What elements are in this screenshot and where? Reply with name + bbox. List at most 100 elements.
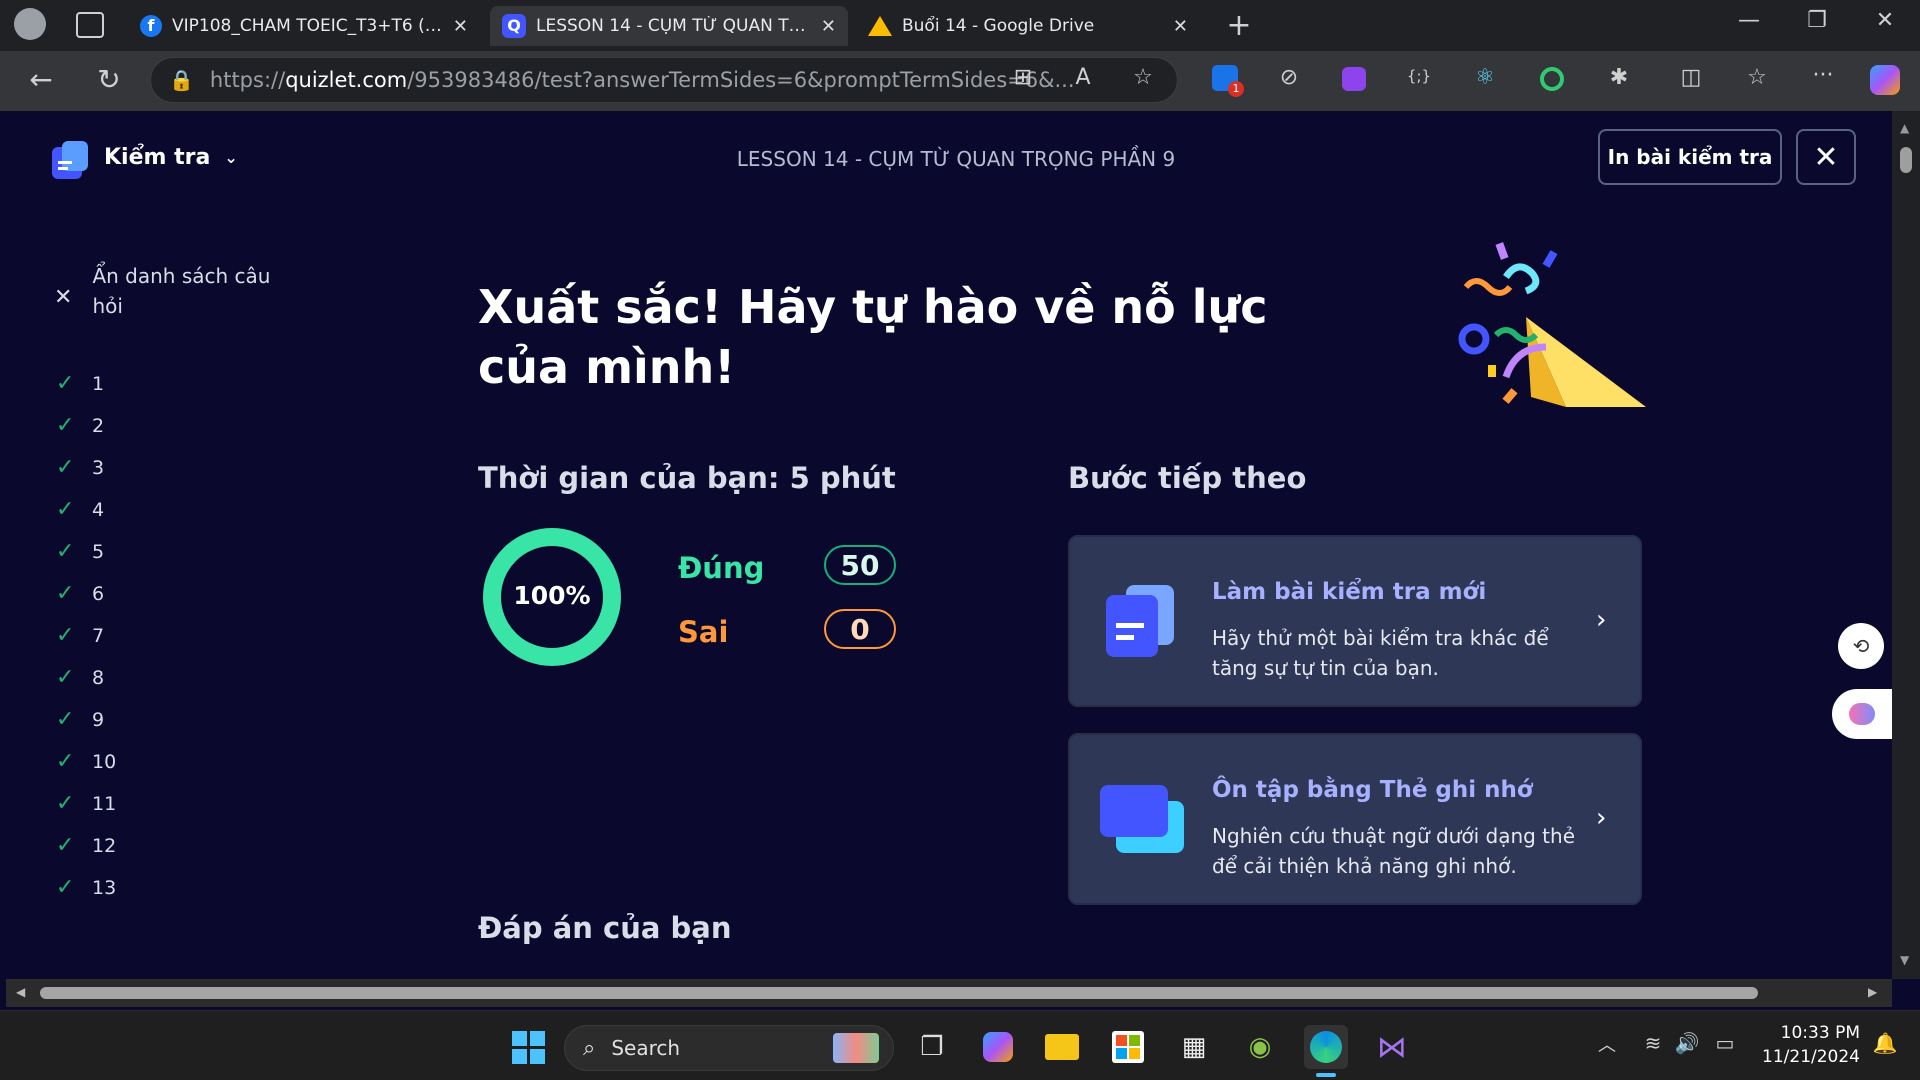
check-icon: ✓ — [56, 455, 75, 480]
scroll-down-icon[interactable]: ▼ — [1900, 953, 1909, 967]
new-test-card[interactable]: Làm bài kiểm tra mới Hãy thử một bài kiể… — [1068, 535, 1642, 707]
clock-date[interactable]: 11/21/2024 — [1752, 1047, 1860, 1067]
close-tab-icon[interactable]: ✕ — [453, 16, 468, 37]
wifi-icon[interactable]: ≋ — [1638, 1031, 1668, 1055]
app-available-icon[interactable]: ⊞ — [1008, 65, 1038, 90]
question-list-item[interactable]: ✓ 4 — [6, 497, 266, 533]
question-list-item[interactable]: ✓ 10 — [6, 749, 266, 785]
purple-extension-icon[interactable] — [1342, 67, 1366, 91]
edge-browser-icon[interactable] — [1304, 1025, 1348, 1069]
next-steps-heading: Bước tiếp theo — [1068, 461, 1307, 495]
question-list-item[interactable]: ✓ 7 — [6, 623, 266, 659]
taskbar-search-box[interactable]: ⌕ Search — [564, 1025, 894, 1071]
tab-actions-icon[interactable] — [76, 12, 104, 38]
tab-title: Buổi 14 - Google Drive — [902, 16, 1095, 36]
question-list-item[interactable]: ✓ 12 — [6, 833, 266, 869]
extension-badge: 1 — [1228, 81, 1244, 97]
question-number: 12 — [92, 835, 117, 857]
copilot-icon[interactable] — [1870, 65, 1900, 95]
favorite-star-icon[interactable]: ☆ — [1128, 65, 1158, 90]
back-icon[interactable]: ← — [24, 63, 58, 96]
horizontal-scrollbar[interactable]: ◀ ▶ — [6, 979, 1892, 1007]
url-host: quizlet.com — [285, 68, 408, 92]
close-icon: ✕ — [54, 285, 73, 310]
question-number: 6 — [92, 583, 105, 605]
tab-quizlet[interactable]: Q LESSON 14 - CỤM TỪ QUAN TRỌ ✕ — [490, 6, 848, 46]
chameleon-app-icon[interactable]: ◉ — [1238, 1025, 1282, 1069]
notifications-icon[interactable]: 🔔 — [1870, 1031, 1900, 1055]
react-devtools-icon[interactable]: ⚛ — [1470, 65, 1500, 90]
question-list-item[interactable]: ✓ 8 — [6, 665, 266, 701]
battery-icon[interactable]: ▭ — [1710, 1031, 1740, 1055]
restore-icon[interactable]: ❐ — [1802, 8, 1832, 33]
microsoft-store-icon[interactable] — [1106, 1025, 1150, 1069]
card-title: Làm bài kiểm tra mới — [1212, 579, 1487, 605]
reload-icon[interactable]: ↻ — [92, 63, 126, 96]
target-extension-icon[interactable] — [1540, 67, 1564, 91]
address-toolbar: ← ↻ 🔒 https://quizlet.com/953983486/test… — [0, 51, 1920, 111]
flashcards-icon — [1100, 781, 1190, 857]
print-test-button[interactable]: In bài kiểm tra — [1598, 129, 1782, 185]
more-menu-icon[interactable]: ··· — [1808, 63, 1838, 88]
volume-icon[interactable]: 🔊 — [1672, 1031, 1702, 1055]
check-icon: ✓ — [56, 539, 75, 564]
file-explorer-icon[interactable] — [1040, 1025, 1084, 1069]
tab-facebook[interactable]: f VIP108_CHAM TOEIC_T3+T6 (19H ✕ — [128, 6, 480, 46]
favorites-icon[interactable]: ☆ — [1742, 65, 1772, 90]
close-tab-icon[interactable]: ✕ — [1173, 16, 1188, 37]
check-icon: ✓ — [56, 665, 75, 690]
visual-studio-icon[interactable]: ⋈ — [1370, 1025, 1414, 1069]
question-list-item[interactable]: ✓ 3 — [6, 455, 266, 491]
check-icon: ✓ — [56, 833, 75, 858]
question-list-item[interactable]: ✓ 13 — [6, 875, 266, 911]
tab-google-drive[interactable]: Buổi 14 - Google Drive ✕ — [856, 6, 1200, 46]
close-window-icon[interactable]: ✕ — [1870, 8, 1900, 33]
scroll-thumb[interactable] — [1900, 147, 1912, 173]
flashcards-card[interactable]: Ôn tập bằng Thẻ ghi nhớ Nghiên cứu thuật… — [1068, 733, 1642, 905]
minimize-icon[interactable]: — — [1734, 8, 1764, 33]
new-tab-icon[interactable]: + — [1224, 8, 1254, 43]
check-icon: ✓ — [56, 749, 75, 774]
hide-question-list-button[interactable]: ✕ Ẩn danh sách câu hỏi — [54, 261, 284, 321]
mode-dropdown[interactable]: Kiểm tra ⌄ — [104, 145, 238, 170]
scroll-left-icon[interactable]: ◀ — [16, 985, 25, 999]
profile-avatar[interactable] — [14, 8, 46, 40]
brain-widget-icon[interactable] — [1832, 689, 1892, 739]
clock-time[interactable]: 10:33 PM — [1752, 1023, 1860, 1043]
question-number: 3 — [92, 457, 105, 479]
close-test-button[interactable]: ✕ — [1796, 129, 1856, 185]
scroll-right-icon[interactable]: ▶ — [1868, 985, 1877, 999]
show-hidden-icons[interactable]: ︿ — [1592, 1031, 1622, 1057]
question-list-item[interactable]: ✓ 9 — [6, 707, 266, 743]
quizlet-icon: Q — [502, 14, 526, 38]
copilot-taskbar-icon[interactable] — [976, 1025, 1020, 1069]
close-tab-icon[interactable]: ✕ — [821, 16, 836, 37]
url-prefix: https:// — [209, 68, 286, 92]
scroll-thumb[interactable] — [40, 987, 1758, 999]
correct-count-badge: 50 — [824, 545, 896, 585]
read-aloud-icon[interactable]: A — [1068, 65, 1098, 90]
chevron-right-icon: › — [1596, 605, 1607, 635]
question-list-item[interactable]: ✓ 5 — [6, 539, 266, 575]
task-view-icon[interactable]: ❐ — [910, 1025, 954, 1069]
question-list-item[interactable]: ✓ 11 — [6, 791, 266, 827]
translate-widget-icon[interactable]: ⟲ — [1838, 623, 1884, 669]
scroll-up-icon[interactable]: ▲ — [1900, 121, 1909, 135]
time-label: Thời gian của bạn: 5 phút — [478, 461, 896, 495]
search-icon: ⌕ — [583, 1035, 596, 1061]
question-list-item[interactable]: ✓ 1 — [6, 371, 266, 407]
extensions-puzzle-icon[interactable]: ✱ — [1604, 65, 1634, 90]
question-list-item[interactable]: ✓ 6 — [6, 581, 266, 617]
compass-extension-icon[interactable]: ⊘ — [1274, 65, 1304, 90]
mode-label: Kiểm tra — [104, 145, 211, 170]
party-popper-illustration — [1458, 242, 1646, 407]
split-screen-icon[interactable]: ◫ — [1676, 65, 1706, 90]
chevron-down-icon: ⌄ — [224, 148, 238, 167]
windows-start-icon[interactable] — [506, 1025, 550, 1069]
tab-title: VIP108_CHAM TOEIC_T3+T6 (19H — [172, 16, 443, 36]
question-number: 5 — [92, 541, 105, 563]
json-extension-icon[interactable]: {;} — [1404, 67, 1434, 85]
vertical-scrollbar[interactable]: ▲ ▼ — [1892, 111, 1920, 979]
app-icon[interactable]: ▦ — [1172, 1025, 1216, 1069]
question-list-item[interactable]: ✓ 2 — [6, 413, 266, 449]
